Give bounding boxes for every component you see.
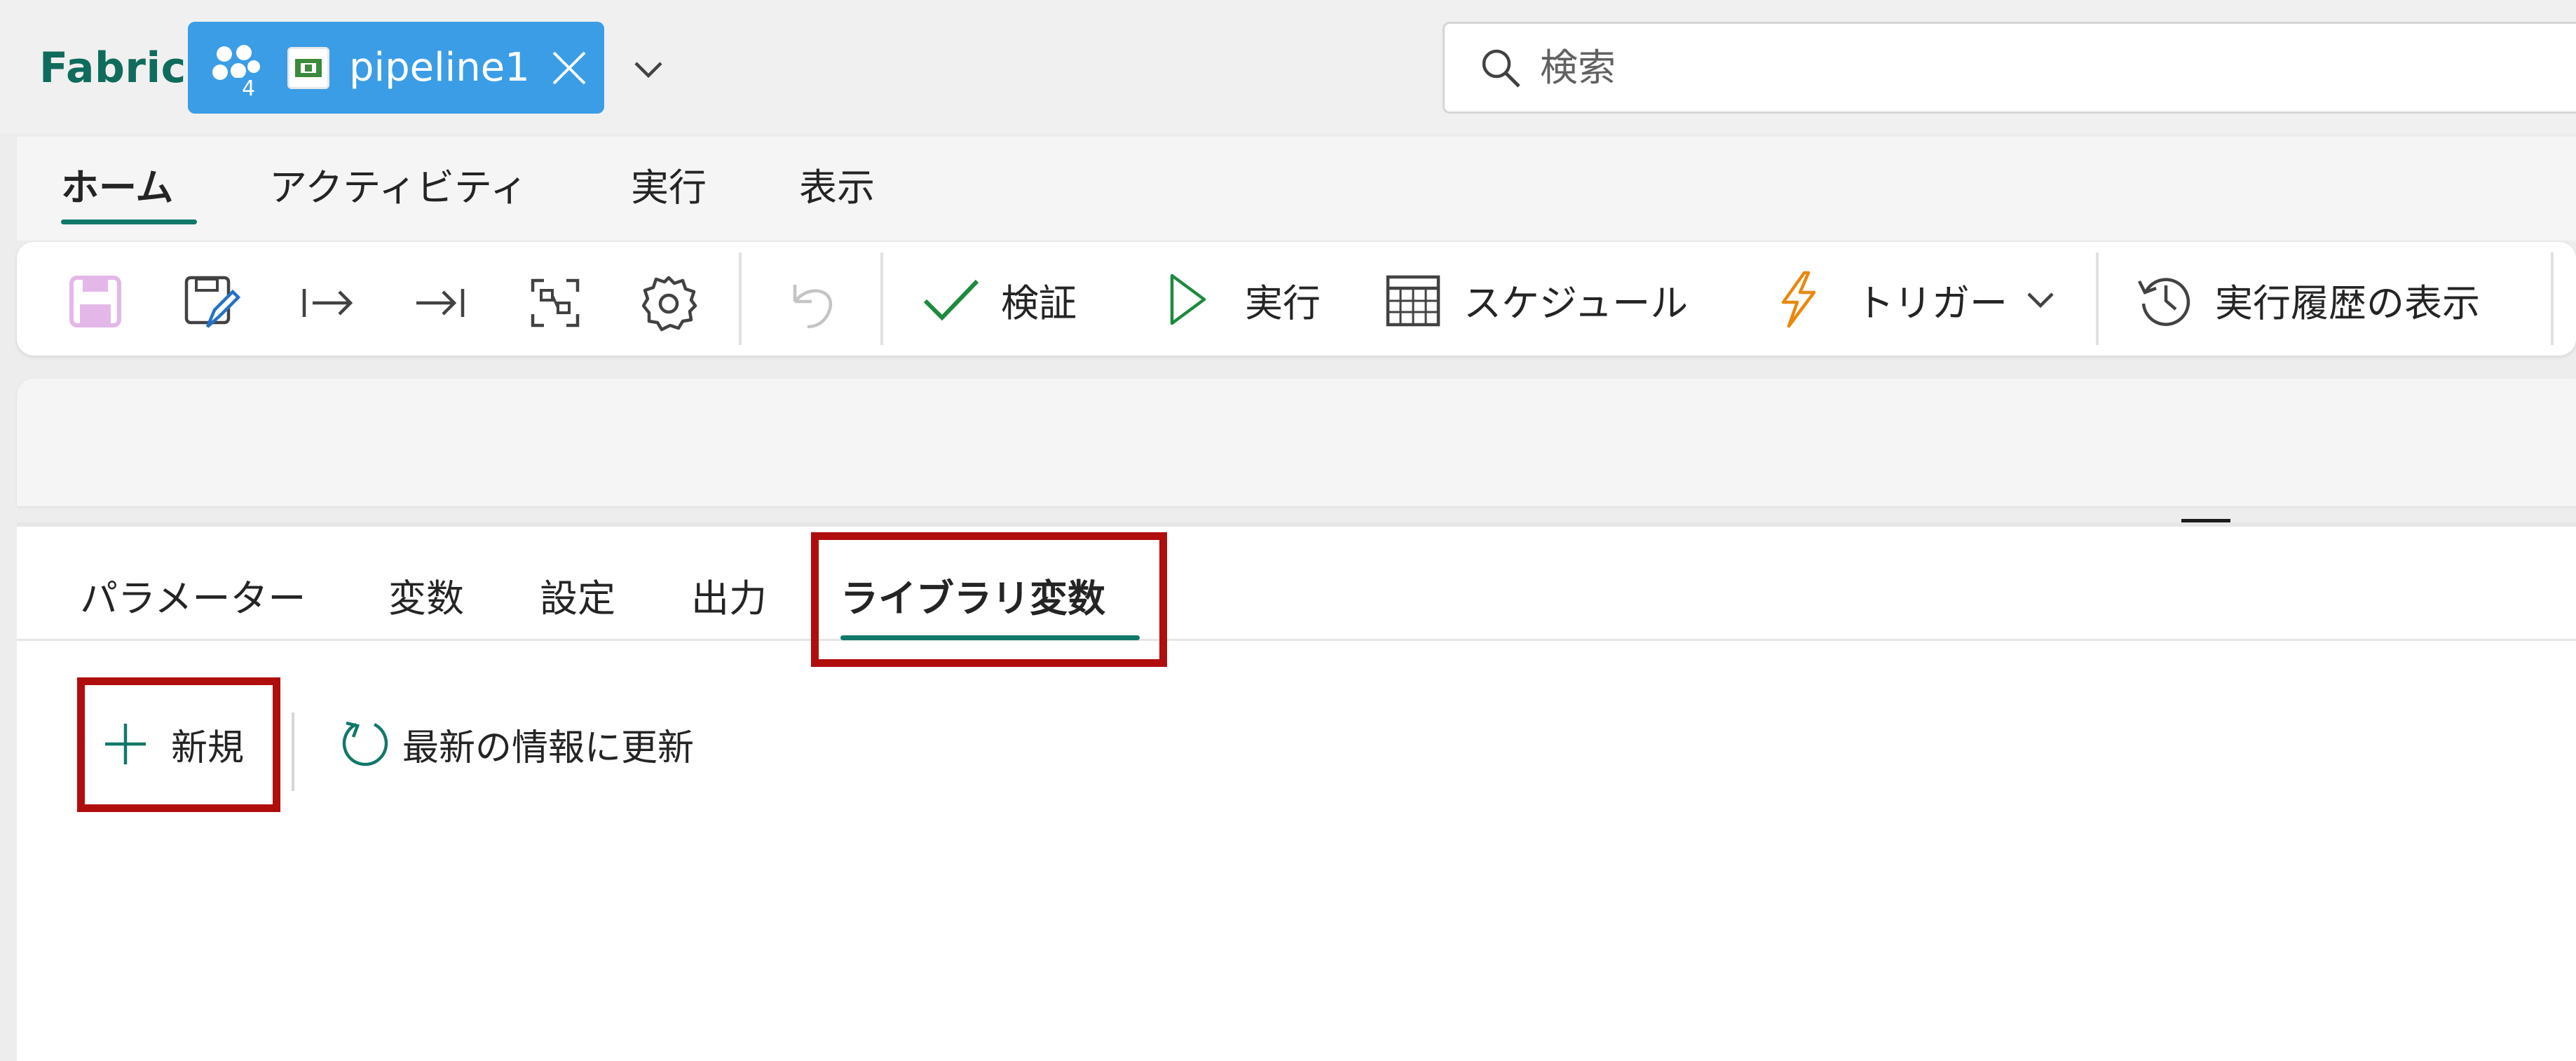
ribbon-tab-run[interactable]: 実行: [631, 156, 707, 212]
checkmark-icon: [921, 270, 980, 329]
search-icon: [1478, 46, 1523, 90]
pipeline-icon: [287, 46, 329, 89]
undo-icon[interactable]: [782, 273, 838, 330]
ribbon-tab-home[interactable]: ホーム: [61, 156, 173, 212]
ribbon-tab-activities[interactable]: アクティビティ: [269, 156, 528, 212]
ribbon-tabs: ホーム アクティビティ 実行 表示: [17, 137, 2576, 241]
trigger-button[interactable]: トリガー: [1769, 257, 2058, 342]
workspace-badge: 4: [242, 76, 255, 97]
action-divider: [292, 712, 294, 791]
tab-output[interactable]: 出力: [691, 567, 767, 623]
ribbon-tab-view[interactable]: 表示: [799, 156, 875, 212]
save-as-icon[interactable]: [182, 273, 241, 330]
move-right-icon[interactable]: [297, 273, 353, 330]
properties-panel: パラメーター 変数 設定 出力 ライブラリ変数 新規 最新の情報に更新: [17, 522, 2576, 1061]
refresh-icon: [339, 717, 393, 771]
play-icon: [1158, 270, 1217, 329]
calendar-icon: [1384, 270, 1443, 329]
tab-variables[interactable]: 変数: [388, 567, 464, 623]
tab-settings[interactable]: 設定: [540, 567, 615, 623]
chevron-down-icon: [2023, 282, 2058, 317]
validate-button[interactable]: 検証: [921, 257, 1077, 342]
toolbar-divider: [2551, 252, 2554, 345]
history-icon: [2135, 270, 2194, 329]
toolbar-divider: [2096, 252, 2099, 345]
refresh-label: 最新の情報に更新: [402, 727, 695, 769]
fit-to-screen-icon[interactable]: [526, 273, 582, 330]
run-history-label: 実行履歴の表示: [2215, 281, 2480, 325]
active-tab-indicator: [61, 219, 197, 224]
schedule-label: スケジュール: [1464, 281, 1689, 325]
top-bar: Fabric 4 pipeline1: [0, 0, 2576, 133]
lightning-icon: [1769, 270, 1828, 329]
search-box[interactable]: [1443, 22, 2576, 114]
save-icon[interactable]: [67, 273, 123, 330]
run-button[interactable]: 実行: [1158, 257, 1321, 342]
search-input[interactable]: [1539, 45, 2450, 90]
highlight-box-new-button: [77, 677, 280, 812]
chevron-down-icon[interactable]: [627, 48, 669, 90]
validate-label: 検証: [1001, 281, 1077, 325]
toolbar-divider: [880, 252, 883, 345]
app-brand[interactable]: Fabric: [39, 43, 186, 93]
close-tab-icon[interactable]: [548, 47, 590, 89]
run-history-button[interactable]: 実行履歴の表示: [2135, 257, 2480, 342]
move-to-end-icon[interactable]: [411, 273, 467, 330]
toolbar: 検証 実行 スケジュール トリガー 実行履歴の表示: [17, 242, 2576, 356]
pipeline-canvas[interactable]: [17, 379, 2576, 506]
item-tab-pipeline1[interactable]: 4 pipeline1: [188, 22, 604, 114]
tabs-divider: [17, 639, 2576, 641]
item-tab-label: pipeline1: [349, 45, 530, 90]
refresh-button[interactable]: 最新の情報に更新: [339, 709, 694, 779]
toolbar-divider: [739, 252, 742, 345]
highlight-box-library-variables-tab: [811, 532, 1167, 667]
settings-icon[interactable]: [639, 273, 697, 332]
schedule-button[interactable]: スケジュール: [1384, 257, 1688, 342]
tab-parameters[interactable]: パラメーター: [80, 567, 306, 623]
trigger-label: トリガー: [1856, 281, 2008, 325]
workspace-icon: 4: [207, 39, 266, 101]
run-label: 実行: [1245, 281, 1321, 325]
